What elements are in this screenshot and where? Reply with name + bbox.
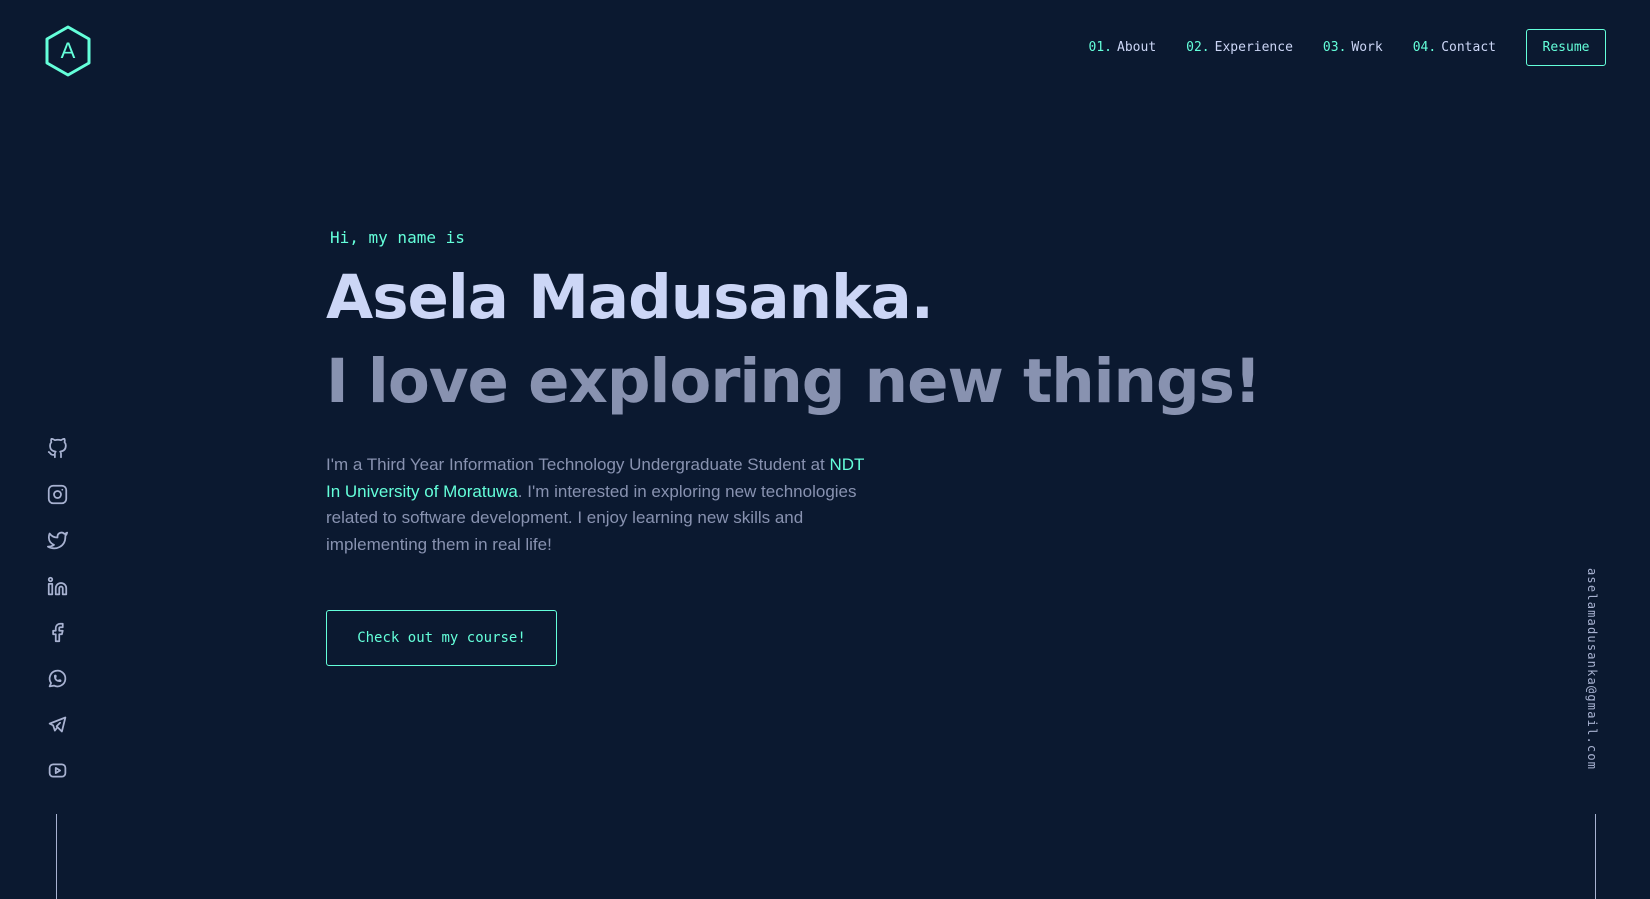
- nav-item-experience[interactable]: 02. Experience: [1186, 40, 1293, 55]
- hero-bio: I'm a Third Year Information Technology …: [326, 452, 866, 558]
- left-divider-line: [56, 814, 57, 899]
- twitter-link[interactable]: [44, 527, 70, 553]
- twitter-icon: [46, 531, 68, 549]
- social-links: [44, 435, 70, 803]
- nav-item-number: 04.: [1412, 40, 1437, 55]
- hexagon-logo-icon: A: [45, 25, 91, 77]
- hero-tagline: I love exploring new things!: [326, 346, 1262, 417]
- email-link[interactable]: aselamadusanka@gmail.com: [1585, 568, 1599, 770]
- hero-greeting: Hi, my name is: [330, 228, 465, 247]
- github-icon: [47, 437, 67, 458]
- whatsapp-icon: [48, 669, 66, 687]
- github-link[interactable]: [44, 435, 70, 461]
- course-button[interactable]: Check out my course!: [326, 610, 557, 666]
- facebook-link[interactable]: [44, 619, 70, 645]
- hero-name: Asela Madusanka.: [326, 262, 934, 333]
- hero-section: Hi, my name is Asela Madusanka. I love e…: [326, 224, 1326, 666]
- linkedin-icon: [47, 576, 67, 595]
- nav-item-label: Contact: [1441, 40, 1496, 55]
- telegram-icon: [48, 716, 66, 732]
- nav-item-contact[interactable]: 04. Contact: [1413, 40, 1496, 55]
- youtube-icon: [48, 763, 66, 777]
- nav-item-label: About: [1117, 40, 1157, 55]
- nav-item-number: 01.: [1088, 40, 1113, 55]
- right-divider-line: [1595, 814, 1596, 899]
- logo[interactable]: A: [44, 25, 92, 77]
- bio-text-start: I'm a Third Year Information Technology …: [326, 455, 830, 474]
- nav-item-number: 03.: [1322, 40, 1347, 55]
- nav-item-label: Work: [1351, 40, 1383, 55]
- top-nav: 01. About 02. Experience 03. Work 04. Contac…: [1089, 29, 1606, 66]
- youtube-link[interactable]: [44, 757, 70, 783]
- resume-button[interactable]: Resume: [1526, 29, 1606, 66]
- nav-item-number: 02.: [1186, 40, 1210, 55]
- instagram-icon: [47, 484, 67, 504]
- telegram-link[interactable]: [44, 711, 70, 737]
- nav-item-work[interactable]: 03. Work: [1323, 40, 1383, 55]
- nav-item-label: Experience: [1214, 40, 1293, 55]
- logo-letter: A: [61, 38, 76, 63]
- linkedin-link[interactable]: [44, 573, 70, 599]
- nav-item-about[interactable]: 01. About: [1089, 40, 1157, 55]
- whatsapp-link[interactable]: [44, 665, 70, 691]
- facebook-icon: [51, 622, 64, 642]
- instagram-link[interactable]: [44, 481, 70, 507]
